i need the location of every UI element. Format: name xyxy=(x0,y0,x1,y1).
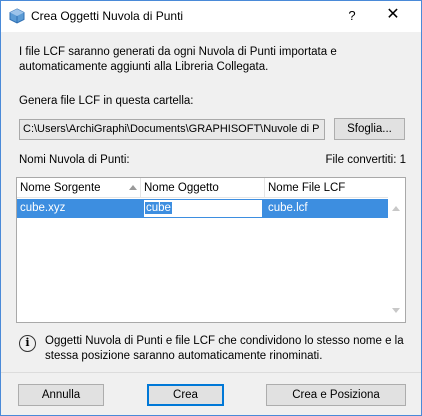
object-name-value: cube xyxy=(145,202,172,214)
description-text: I file LCF saranno generati da ogni Nuvo… xyxy=(19,46,337,73)
cell-lcf: cube.lcf xyxy=(268,202,308,214)
scroll-down-icon[interactable] xyxy=(392,308,400,313)
window-title: Crea Oggetti Nuvola di Punti xyxy=(31,9,184,23)
cancel-button[interactable]: Annulla xyxy=(18,384,104,406)
column-header-lcf[interactable]: Nome File LCF xyxy=(265,178,389,198)
dialog-window: Crea Oggetti Nuvola di Punti ? ✕ I file … xyxy=(0,0,422,416)
browse-button[interactable]: Sfoglia... xyxy=(334,118,405,140)
info-icon: i xyxy=(19,335,36,352)
column-header-source[interactable]: Nome Sorgente xyxy=(17,178,141,198)
column-header-label: Nome File LCF xyxy=(268,182,346,194)
close-button[interactable]: ✕ xyxy=(373,4,413,28)
column-header-label: Nome Sorgente xyxy=(20,182,101,194)
button-bar: Annulla Crea Crea e Posiziona xyxy=(1,372,421,415)
converted-count: File convertiti: 1 xyxy=(325,154,406,166)
sort-ascending-icon xyxy=(129,185,137,190)
scroll-up-icon[interactable] xyxy=(392,206,400,211)
table-header: Nome Sorgente Nome Oggetto Nome File LCF xyxy=(17,178,389,198)
create-and-place-button[interactable]: Crea e Posiziona xyxy=(266,384,406,406)
object-name-input[interactable]: cube xyxy=(143,199,263,218)
info-text: Oggetti Nuvola di Punti e file LCF che c… xyxy=(45,335,404,362)
cell-source: cube.xyz xyxy=(20,202,66,214)
vertical-scrollbar[interactable] xyxy=(388,178,405,322)
folder-path-field[interactable]: C:\Users\ArchiGraphi\Documents\GRAPHISOF… xyxy=(19,119,325,140)
names-label: Nomi Nuvola di Punti: xyxy=(19,154,130,166)
column-header-label: Nome Oggetto xyxy=(144,182,219,194)
title-bar[interactable]: Crea Oggetti Nuvola di Punti ? ✕ xyxy=(1,1,421,32)
help-button[interactable]: ? xyxy=(339,4,365,28)
column-header-object[interactable]: Nome Oggetto xyxy=(141,178,265,198)
pointcloud-app-icon xyxy=(9,8,25,24)
folder-label: Genera file LCF in questa cartella: xyxy=(19,95,194,107)
pointcloud-table: Nome Sorgente Nome Oggetto Nome File LCF… xyxy=(16,177,406,323)
table-row[interactable]: cube.xyz cube cube.lcf xyxy=(17,199,389,218)
create-button[interactable]: Crea xyxy=(147,384,224,406)
